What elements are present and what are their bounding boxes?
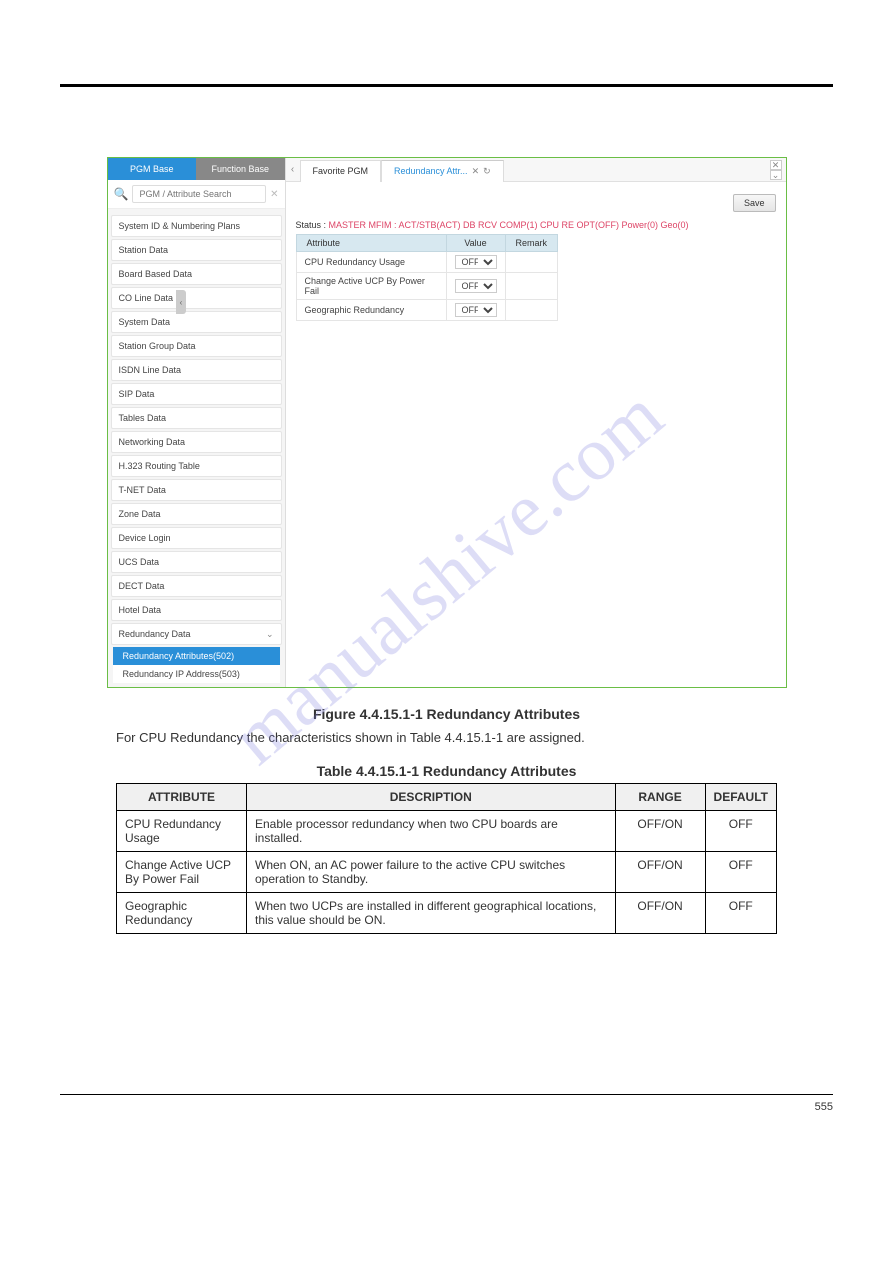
sidebar-item-zone[interactable]: Zone Data	[111, 503, 282, 525]
sidebar-item-board-based[interactable]: Board Based Data	[111, 263, 282, 285]
tab-label: Redundancy Attr...	[394, 166, 468, 176]
col-remark: Remark	[505, 235, 558, 252]
sidebar-item-station-data[interactable]: Station Data	[111, 239, 282, 261]
cell-attr: CPU Redundancy Usage	[296, 252, 446, 273]
tab-function-base[interactable]: Function Base	[196, 158, 285, 180]
search-icon: 🔍	[114, 187, 129, 201]
table-header-row: Attribute Value Remark	[296, 235, 558, 252]
sidebar-collapse-handle[interactable]: ‹	[176, 290, 186, 314]
sidebar-item-hotel[interactable]: Hotel Data	[111, 599, 282, 621]
sidebar-item-tnet[interactable]: T-NET Data	[111, 479, 282, 501]
body-text: For CPU Redundancy the characteristics s…	[116, 730, 777, 745]
value-select[interactable]: OFF	[455, 255, 497, 269]
sidebar-item-isdn[interactable]: ISDN Line Data	[111, 359, 282, 381]
sidebar-item-networking[interactable]: Networking Data	[111, 431, 282, 453]
sidebar-item-system-data[interactable]: System Data	[111, 311, 282, 333]
tab-dropdown-icon[interactable]: ⌄	[770, 170, 782, 180]
tab-favorite-pgm[interactable]: Favorite PGM	[300, 160, 382, 182]
status-label: Status :	[296, 220, 329, 230]
tab-redundancy-attr[interactable]: Redundancy Attr... ✕ ↻	[381, 160, 504, 182]
tab-close-all-icon[interactable]: ✕	[770, 160, 782, 170]
status-line: Status : MASTER MFIM : ACT/STB(ACT) DB R…	[286, 220, 786, 234]
status-value: MASTER MFIM : ACT/STB(ACT) DB RCV COMP(1…	[329, 220, 689, 230]
tab-close-icon[interactable]: ✕	[472, 166, 480, 177]
sidebar-sub-redundancy-attr[interactable]: Redundancy Attributes(502)	[113, 647, 280, 665]
sidebar-item-redundancy[interactable]: Redundancy Data	[111, 623, 282, 645]
sidebar-item-sip[interactable]: SIP Data	[111, 383, 282, 405]
ref-col-desc: DESCRIPTION	[247, 784, 616, 811]
ref-row: CPU Redundancy Usage Enable processor re…	[117, 811, 777, 852]
sidebar-item-h323[interactable]: H.323 Routing Table	[111, 455, 282, 477]
attribute-table: Attribute Value Remark CPU Redundancy Us…	[296, 234, 559, 321]
clear-icon[interactable]: ✕	[270, 189, 278, 200]
value-select[interactable]: OFF	[455, 303, 497, 317]
save-button[interactable]: Save	[733, 194, 776, 212]
ref-col-attr: ATTRIBUTE	[117, 784, 247, 811]
figure-caption: Figure 4.4.15.1-1 Redundancy Attributes	[60, 706, 833, 722]
header-rule	[60, 84, 833, 87]
ref-row: Change Active UCP By Power Fail When ON,…	[117, 852, 777, 893]
ref-row: Geographic Redundancy When two UCPs are …	[117, 893, 777, 934]
sidebar-nav: System ID & Numbering Plans Station Data…	[108, 209, 285, 687]
cell-remark	[505, 252, 558, 273]
cell-remark	[505, 300, 558, 321]
tab-pgm-base[interactable]: PGM Base	[108, 158, 197, 180]
sidebar-sub-redundancy-ip[interactable]: Redundancy IP Address(503)	[113, 665, 280, 683]
app-screenshot: PGM Base Function Base 🔍 ✕ System ID & N…	[107, 157, 787, 688]
reference-table: ATTRIBUTE DESCRIPTION RANGE DEFAULT CPU …	[116, 783, 777, 934]
footer-page: 555	[815, 1101, 833, 1113]
ref-col-default: DEFAULT	[705, 784, 776, 811]
sidebar: PGM Base Function Base 🔍 ✕ System ID & N…	[108, 158, 286, 687]
sidebar-item-station-group[interactable]: Station Group Data	[111, 335, 282, 357]
action-row: Save	[286, 182, 786, 220]
cell-attr: Geographic Redundancy	[296, 300, 446, 321]
tabbar-right-icons: ✕ ⌄	[770, 160, 782, 180]
search-row: 🔍 ✕	[108, 180, 285, 209]
page-footer: 555	[60, 1094, 833, 1113]
ref-header-row: ATTRIBUTE DESCRIPTION RANGE DEFAULT	[117, 784, 777, 811]
search-input[interactable]	[132, 185, 266, 203]
table-row: Change Active UCP By Power Fail OFF	[296, 273, 558, 300]
sidebar-item-tables[interactable]: Tables Data	[111, 407, 282, 429]
sidebar-item-device-login[interactable]: Device Login	[111, 527, 282, 549]
sidebar-item-co-line[interactable]: CO Line Data	[111, 287, 282, 309]
sidebar-item-system-id[interactable]: System ID & Numbering Plans	[111, 215, 282, 237]
col-value: Value	[446, 235, 505, 252]
col-attribute: Attribute	[296, 235, 446, 252]
table-row: CPU Redundancy Usage OFF	[296, 252, 558, 273]
cell-remark	[505, 273, 558, 300]
value-select[interactable]: OFF	[455, 279, 497, 293]
table-caption: Table 4.4.15.1-1 Redundancy Attributes	[60, 763, 833, 779]
tab-bar: ‹ Favorite PGM Redundancy Attr... ✕ ↻ ✕ …	[286, 158, 786, 182]
sidebar-item-dect[interactable]: DECT Data	[111, 575, 282, 597]
table-row: Geographic Redundancy OFF	[296, 300, 558, 321]
main-spacer	[286, 321, 786, 641]
tab-refresh-icon[interactable]: ↻	[483, 166, 491, 177]
main-panel: ‹ Favorite PGM Redundancy Attr... ✕ ↻ ✕ …	[286, 158, 786, 687]
sidebar-item-ucs[interactable]: UCS Data	[111, 551, 282, 573]
tab-prev-icon[interactable]: ‹	[286, 164, 300, 175]
sidebar-tabs: PGM Base Function Base	[108, 158, 285, 180]
cell-attr: Change Active UCP By Power Fail	[296, 273, 446, 300]
ref-col-range: RANGE	[615, 784, 705, 811]
